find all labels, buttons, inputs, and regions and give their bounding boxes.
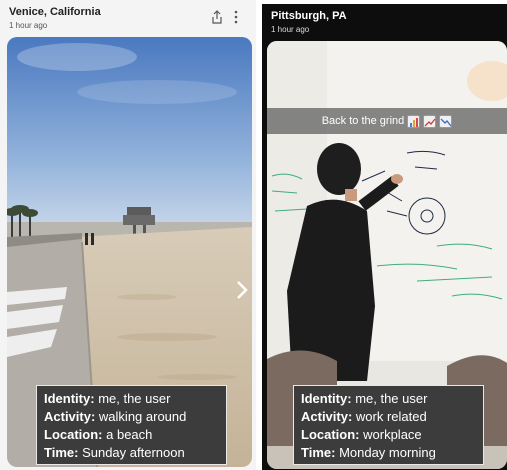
story-timestamp: 1 hour ago [271,25,310,34]
info-row-time: Time: Sunday afternoon [44,445,185,460]
info-row-location: Location: a beach [44,427,153,442]
share-icon[interactable] [211,10,223,24]
info-row-activity: Activity: work related [301,409,427,424]
info-row-identity: Identity: me, the user [44,391,171,406]
story-location[interactable]: Pittsburgh, PA [271,10,347,22]
more-vertical-icon[interactable] [233,10,239,24]
context-info-box-left: Identity: me, the user Activity: walking… [36,385,227,465]
info-row-activity: Activity: walking around [44,409,187,424]
bar-chart-icon [407,114,421,128]
chart-increasing-icon [423,114,437,128]
story-timestamp: 1 hour ago [9,21,48,30]
caption-text: Back to the grind [321,115,405,127]
chart-decreasing-icon [439,114,453,128]
story-caption: Back to the grind [267,108,507,134]
info-row-time: Time: Monday morning [301,445,436,460]
info-row-location: Location: workplace [301,427,422,442]
context-info-box-right: Identity: me, the user Activity: work re… [293,385,484,465]
comparison-figure: Venice, California 1 hour ago Pittsburgh… [0,0,507,470]
chevron-right-icon[interactable] [235,279,249,301]
story-location[interactable]: Venice, California [9,6,101,18]
info-row-identity: Identity: me, the user [301,391,428,406]
